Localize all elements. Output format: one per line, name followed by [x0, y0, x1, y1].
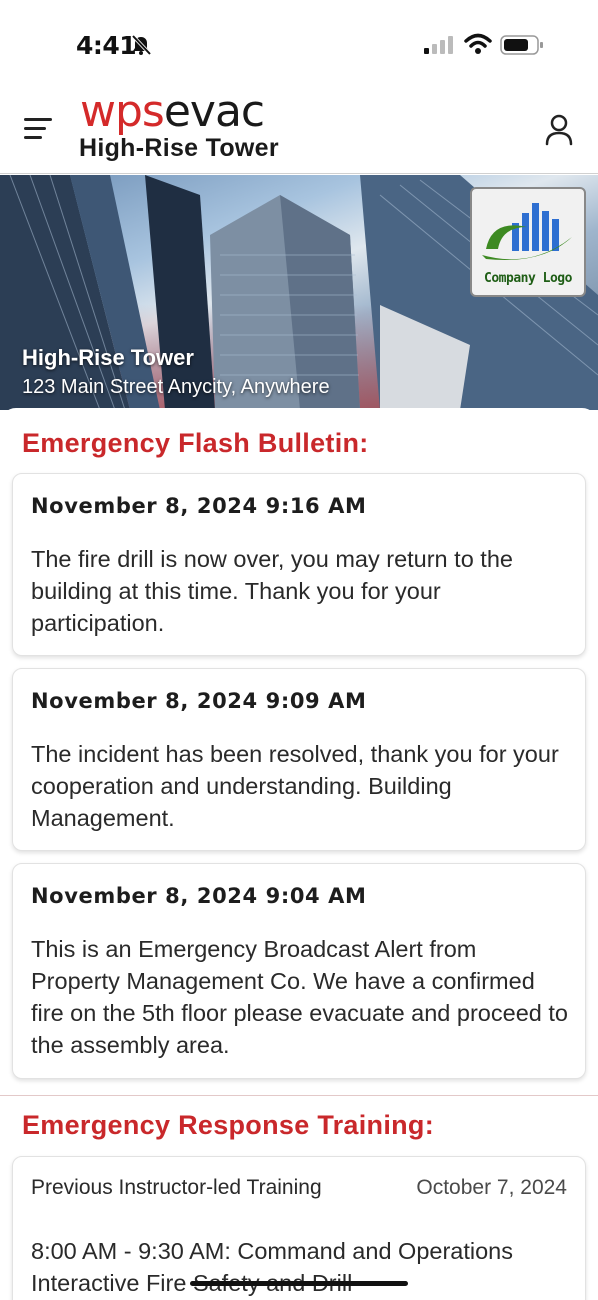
training-description: 8:00 AM - 9:30 AM: Command and Operation… — [31, 1238, 514, 1296]
training-label: Previous Instructor-led Training — [31, 1176, 322, 1199]
hero-building-name: High-Rise Tower — [22, 345, 194, 370]
bulletin-card[interactable]: November 8, 2024 9:04 AM This is an Emer… — [12, 863, 586, 1079]
bell-off-icon — [131, 34, 152, 56]
bulletin-card[interactable]: November 8, 2024 9:09 AM The incident ha… — [12, 668, 586, 851]
home-indicator[interactable] — [190, 1281, 408, 1286]
app-header: wpsevac High-Rise Tower — [0, 90, 598, 174]
user-profile-icon[interactable] — [544, 114, 574, 146]
training-card[interactable]: Previous Instructor-led Training October… — [12, 1156, 586, 1300]
bulletin-text: The incident has been resolved, thank yo… — [31, 741, 559, 831]
company-logo-text: Company Logo — [484, 271, 572, 286]
cellular-signal-icon — [424, 36, 453, 54]
header-building-name: High-Rise Tower — [79, 134, 279, 162]
battery-icon — [500, 35, 543, 55]
logo-wps-text: wps — [80, 86, 165, 137]
company-logo: Company Logo — [470, 187, 586, 297]
hero-building-address: 123 Main Street Anycity, Anywhere — [22, 376, 330, 398]
building-hero-image: Company Logo High-Rise Tower 123 Main St… — [0, 175, 598, 410]
bulletin-text: The fire drill is now over, you may retu… — [31, 546, 513, 636]
training-date: October 7, 2024 — [416, 1176, 567, 1199]
status-time: 4:41 — [76, 31, 137, 60]
wpsevac-logo: wpsevac — [80, 90, 265, 134]
bulletin-text: This is an Emergency Broadcast Alert fro… — [31, 936, 568, 1058]
bulletin-date: November 8, 2024 9:09 AM — [31, 689, 367, 713]
section-divider — [0, 1095, 598, 1096]
hamburger-menu-icon[interactable] — [24, 118, 54, 142]
wifi-icon — [464, 33, 492, 54]
status-bar: 4:41 — [0, 0, 598, 90]
bulletin-section-title: Emergency Flash Bulletin: — [22, 428, 369, 458]
bulletin-date: November 8, 2024 9:04 AM — [31, 884, 367, 908]
logo-evac-text: evac — [163, 86, 265, 137]
training-section-title: Emergency Response Training: — [22, 1110, 435, 1140]
bulletin-date: November 8, 2024 9:16 AM — [31, 494, 367, 518]
bulletin-card[interactable]: November 8, 2024 9:16 AM The fire drill … — [12, 473, 586, 656]
company-logo-graphic — [482, 203, 572, 261]
content-panel: Emergency Flash Bulletin: November 8, 20… — [0, 408, 598, 1300]
